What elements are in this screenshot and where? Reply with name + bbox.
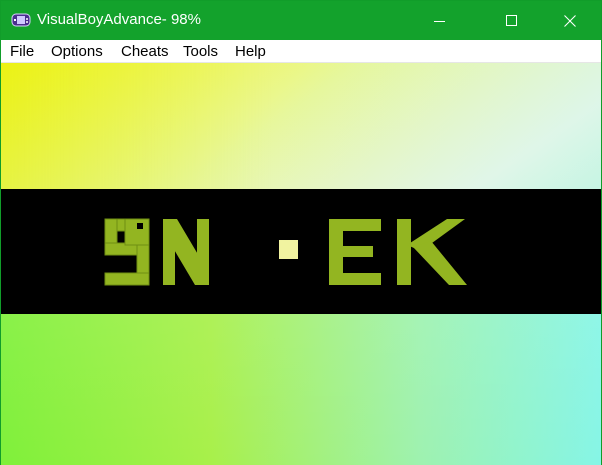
menu-options[interactable]: Options [51, 43, 103, 60]
window-title: VisualBoyAdvance- 98% [37, 11, 201, 28]
menu-help[interactable]: Help [235, 43, 266, 60]
maximize-icon [506, 14, 517, 26]
background-gradient-bottom [1, 313, 601, 465]
menu-bar: File Options Cheats Tools Help [1, 40, 601, 63]
snek-logo-graphic [104, 218, 467, 286]
game-logo: SN·EK [1, 189, 601, 314]
menu-cheats[interactable]: Cheats [121, 43, 169, 60]
minimize-button[interactable] [417, 1, 463, 40]
gameboy-advance-icon [11, 13, 31, 27]
menu-file[interactable]: File [10, 43, 34, 60]
title-bar[interactable]: VisualBoyAdvance- 98% [1, 1, 601, 40]
emulator-window: VisualBoyAdvance- 98% File Options Cheat… [0, 0, 602, 465]
game-screen[interactable]: SN·EK [1, 63, 601, 465]
minimize-icon [434, 20, 445, 22]
menu-tools[interactable]: Tools [183, 43, 218, 60]
close-icon [564, 14, 576, 27]
close-button[interactable] [547, 1, 593, 40]
maximize-button[interactable] [489, 1, 535, 40]
